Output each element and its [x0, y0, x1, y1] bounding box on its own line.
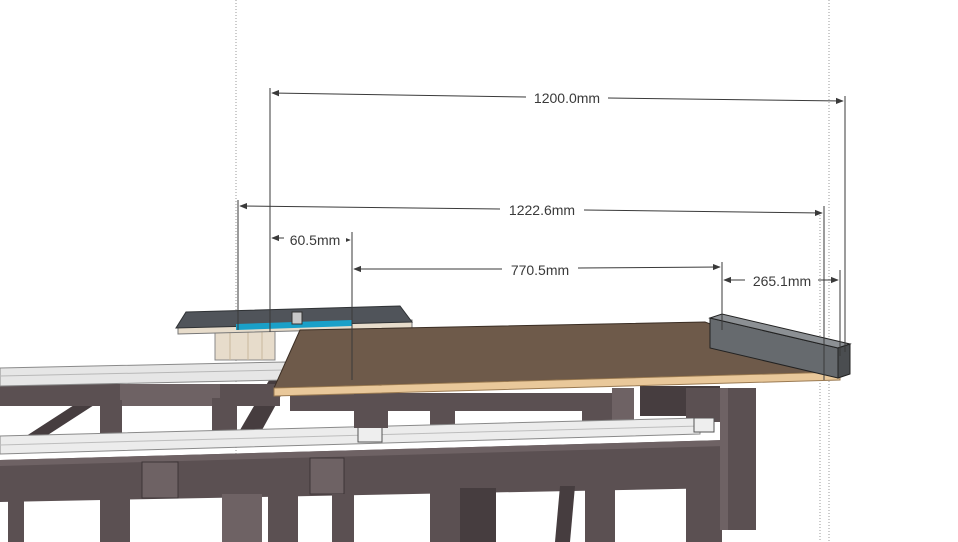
dimension-labels: 1200.0mm 1222.6mm 60.5mm 770.5mm 265.1mm: [284, 88, 818, 290]
model-viewport[interactable]: 1200.0mm 1222.6mm 60.5mm 770.5mm 265.1mm: [0, 0, 958, 542]
dimension-right-offset: 265.1mm: [753, 273, 811, 289]
dimension-overall-width: 1200.0mm: [534, 90, 600, 106]
dimension-middle-span: 770.5mm: [511, 262, 569, 278]
dimension-left-offset: 60.5mm: [290, 232, 341, 248]
dimension-lines: [239, 89, 844, 284]
dimension-total-span: 1222.6mm: [509, 202, 575, 218]
